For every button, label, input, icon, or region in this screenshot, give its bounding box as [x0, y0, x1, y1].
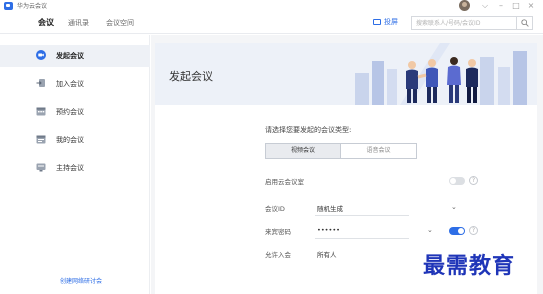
join-icon	[36, 79, 45, 87]
sidebar-item-host-meeting[interactable]: 主持会议	[0, 157, 150, 179]
meeting-id-select[interactable]: 随机生成	[317, 203, 343, 213]
divider	[315, 215, 409, 216]
sidebar-item-label: 预约会议	[56, 108, 84, 116]
cast-screen-label: 投屏	[384, 18, 398, 26]
search-box	[411, 16, 533, 30]
video-call-icon	[36, 50, 46, 60]
chevron-down-icon[interactable]: ⌄	[427, 226, 433, 235]
top-navigation: 会议 通讯录 会议空间 投屏	[0, 12, 543, 34]
banner: 发起会议	[155, 43, 537, 105]
page-title: 发起会议	[169, 70, 213, 83]
calendar-list-icon	[36, 135, 46, 144]
video-meeting-option[interactable]: 视频会议	[266, 144, 341, 158]
tab-contacts[interactable]: 通讯录	[68, 18, 89, 28]
chevron-down-icon[interactable]: ⌄	[451, 203, 457, 212]
help-icon[interactable]: ?	[469, 176, 478, 185]
watermark-text: 最需教育	[423, 253, 516, 279]
user-avatar[interactable]	[459, 0, 470, 11]
sidebar-item-label: 加入会议	[56, 80, 84, 88]
calendar-icon	[36, 107, 46, 116]
cloud-room-row: 启用云会议室 ?	[265, 173, 478, 189]
sidebar-item-label: 主持会议	[56, 164, 84, 172]
guest-password-row: 来宾密码 •••••• ⌄ ?	[265, 223, 478, 239]
minimize-button[interactable]: –	[495, 0, 507, 12]
voice-meeting-option[interactable]: 语音会议	[341, 144, 416, 158]
sidebar-item-label: 我的会议	[56, 136, 84, 144]
cloud-room-label: 启用云会议室	[265, 178, 304, 186]
guest-password-field[interactable]: ••••••	[317, 226, 340, 234]
maximize-button[interactable]: □	[510, 0, 522, 12]
title-bar: 华为云会议 ⌵ – □ ×	[0, 0, 543, 12]
sidebar-item-my-meetings[interactable]: 我的会议	[0, 129, 150, 151]
sidebar: 发起会议 加入会议 预约会议 我的会议 主持会议 创建网络研讨会	[0, 35, 150, 294]
sidebar-item-label: 发起会议	[56, 52, 84, 60]
tab-meeting-space[interactable]: 会议空间	[106, 18, 134, 28]
sidebar-item-start-meeting[interactable]: 发起会议	[0, 45, 150, 67]
app-logo-icon	[4, 2, 13, 10]
business-people-illustration	[355, 43, 527, 105]
allow-join-select[interactable]: 所有人	[317, 249, 337, 259]
cloud-room-toggle[interactable]	[449, 177, 465, 185]
allow-join-label: 允许入会	[265, 251, 291, 259]
divider	[315, 238, 409, 239]
create-webinar-link[interactable]: 创建网络研讨会	[60, 276, 102, 285]
help-icon[interactable]: ?	[469, 226, 478, 235]
search-icon	[521, 19, 529, 27]
allow-join-row: 允许入会 所有人	[265, 246, 435, 262]
meeting-id-label: 会议ID	[265, 205, 285, 213]
sidebar-item-schedule-meeting[interactable]: 预约会议	[0, 101, 150, 123]
host-icon	[36, 163, 46, 172]
sidebar-item-join-meeting[interactable]: 加入会议	[0, 73, 150, 95]
window-menu-button[interactable]: ⌵	[479, 0, 491, 12]
search-input[interactable]	[416, 18, 512, 28]
tab-meeting[interactable]: 会议	[38, 17, 54, 28]
meeting-id-row: 会议ID 随机生成 ⌄	[265, 200, 457, 216]
app-title: 华为云会议	[17, 3, 48, 10]
cast-screen-icon	[373, 19, 381, 25]
close-button[interactable]: ×	[525, 0, 537, 12]
meeting-type-prompt: 请选择您要发起的会议类型:	[265, 126, 352, 134]
guest-password-toggle[interactable]	[449, 227, 465, 235]
cast-screen-button[interactable]: 投屏	[373, 17, 398, 29]
meeting-type-selector: 视频会议 语音会议	[265, 143, 417, 159]
search-button[interactable]	[516, 17, 532, 29]
guest-password-label: 来宾密码	[265, 228, 291, 236]
